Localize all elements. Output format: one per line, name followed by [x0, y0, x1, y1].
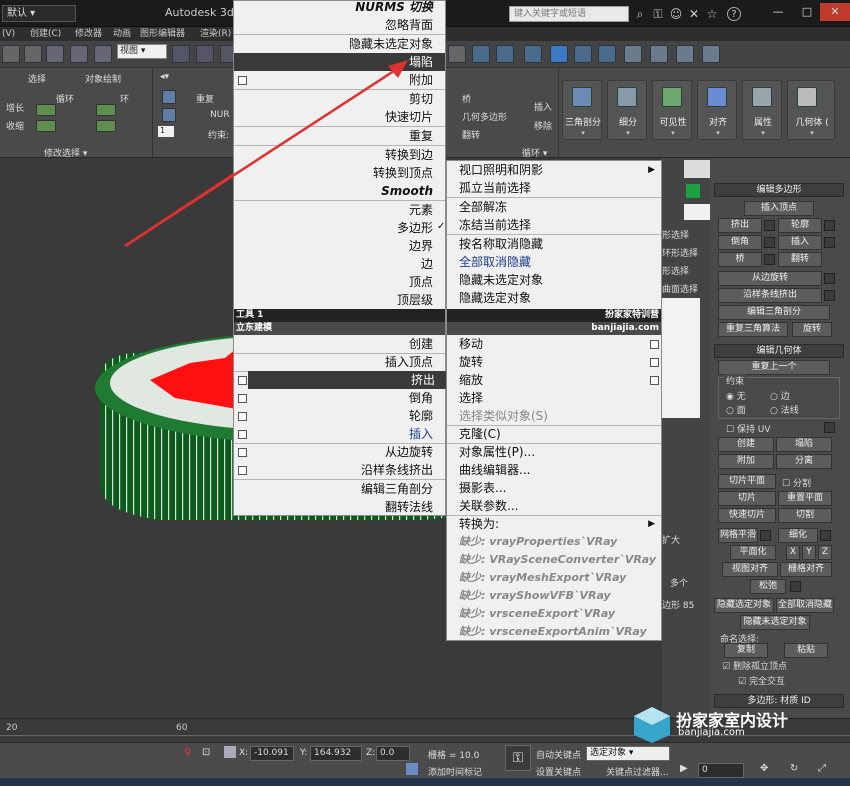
- annotation-overlay: [124, 60, 408, 248]
- annotation-arrow-line: [124, 65, 401, 248]
- 3ds-max-window: 默认 ▾ Autodesk 3ds M 键入关键字或短语 ⌕ ⚿ ☺ ✕ ☆ ?…: [0, 0, 850, 786]
- annotation-arrowhead: [388, 60, 408, 78]
